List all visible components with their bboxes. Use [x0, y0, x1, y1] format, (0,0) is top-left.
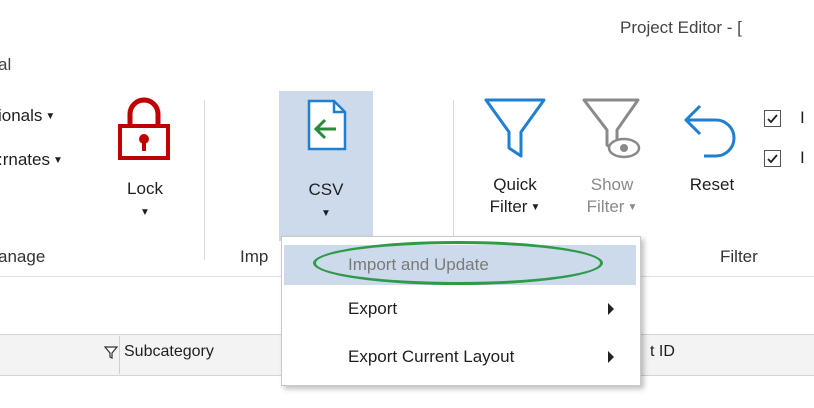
chevron-down-icon: ▼	[321, 208, 331, 219]
conditionals-label: ionals	[0, 106, 43, 125]
show-filter-label-line2: Filter ▼	[586, 197, 638, 216]
menu-item-export-current-layout[interactable]: Export Current Layout	[282, 337, 640, 377]
column-divider	[119, 336, 120, 374]
reset-button[interactable]: Reset	[672, 96, 752, 216]
group-label-filter: Filter	[720, 247, 758, 266]
column-header-subcategory[interactable]: Subcategory	[124, 343, 214, 361]
highlight-annotation-oval	[313, 241, 603, 285]
option-checkbox-2[interactable]	[764, 150, 781, 167]
chevron-down-icon: ▼	[45, 111, 56, 122]
csv-button[interactable]: CSV ▼	[279, 91, 373, 241]
alternates-dropdown[interactable]: :rnates ▼	[0, 150, 63, 171]
menu-item-label: Export Current Layout	[348, 347, 515, 366]
chevron-down-icon: ▼	[627, 202, 638, 213]
column-filter-icon[interactable]	[104, 346, 118, 360]
menu-item-export[interactable]: Export	[282, 289, 640, 329]
alternates-label: :rnates	[0, 150, 50, 169]
lock-icon	[118, 97, 170, 160]
undo-arrow-icon	[684, 104, 736, 158]
submenu-arrow-icon	[608, 351, 614, 363]
group-separator	[204, 100, 205, 260]
reset-label: Reset	[689, 175, 735, 194]
checkmark-icon	[767, 114, 778, 124]
quick-filter-label-line1: Quick	[493, 175, 537, 194]
show-filter-button[interactable]: Show Filter ▼	[572, 96, 652, 236]
conditionals-dropdown[interactable]: ionals ▼	[0, 106, 55, 127]
ribbon-tab-fragment[interactable]: al	[0, 55, 11, 75]
menu-item-label: Export	[348, 299, 398, 318]
lock-button[interactable]: Lock ▼	[105, 96, 185, 236]
csv-import-icon	[307, 99, 347, 151]
filter-eye-icon	[582, 98, 641, 159]
chevron-down-icon: ▼	[52, 155, 63, 166]
csv-label: CSV	[308, 180, 344, 199]
show-filter-label-line1: Show	[590, 175, 634, 194]
chevron-down-icon: ▼	[140, 207, 150, 218]
checkbox-1-label: I	[800, 108, 805, 127]
chevron-down-icon: ▼	[530, 202, 541, 213]
filter-funnel-icon	[484, 98, 546, 158]
lock-label: Lock	[127, 179, 163, 198]
group-label-import: Imp	[240, 247, 269, 266]
column-header-id[interactable]: t ID	[650, 343, 675, 361]
checkbox-2-label: I	[800, 148, 805, 167]
checkmark-icon	[767, 154, 778, 164]
submenu-arrow-icon	[608, 303, 614, 315]
option-checkbox-1[interactable]	[764, 110, 781, 127]
window-title: Project Editor - [	[620, 18, 742, 37]
quick-filter-button[interactable]: Quick Filter ▼	[470, 96, 560, 236]
quick-filter-label-line2: Filter ▼	[489, 197, 541, 216]
group-label-manage: anage	[0, 247, 46, 266]
